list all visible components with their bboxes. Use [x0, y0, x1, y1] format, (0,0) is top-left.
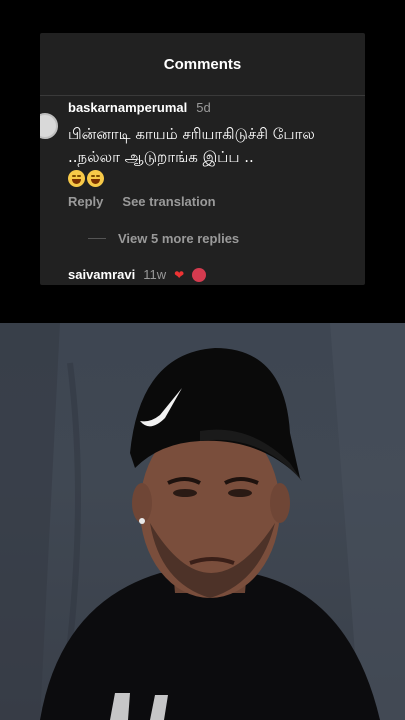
video-scene-illustration	[0, 323, 405, 720]
view-more-replies-button[interactable]: View 5 more replies	[88, 231, 239, 246]
next-comment-age: 11w	[143, 267, 167, 282]
comment-username[interactable]: baskarnamperumal	[68, 100, 187, 115]
comment-text: பின்னாடி காயம் சரியாகிடுச்சி போல ..நல்லா…	[68, 125, 315, 166]
see-translation-button[interactable]: See translation	[122, 194, 215, 209]
comments-header: Comments	[40, 33, 365, 96]
comment-meta: baskarnamperumal 5d	[68, 100, 353, 115]
next-comment-item: saivamravi 11w ❤	[68, 267, 207, 282]
replies-divider-line	[88, 238, 106, 239]
commenter-avatar[interactable]	[40, 113, 58, 139]
comment-age: 5d	[196, 100, 211, 115]
comment-actions: Reply See translation	[68, 194, 353, 209]
laughing-emoji-icon	[87, 170, 104, 187]
view-more-replies-label: View 5 more replies	[118, 231, 240, 246]
laughing-emoji-icon	[68, 170, 85, 187]
comments-title: Comments	[163, 55, 242, 73]
next-comment-username[interactable]: saivamravi	[68, 267, 135, 282]
heart-icon: ❤	[174, 267, 185, 282]
video-frame[interactable]	[0, 323, 405, 720]
comment-item: baskarnamperumal 5d பின்னாடி காயம் சரியா…	[68, 100, 353, 209]
creator-avatar-icon	[192, 267, 207, 282]
comment-emojis	[68, 170, 353, 187]
comments-panel: Comments baskarnamperumal 5d பின்னாடி கா…	[40, 33, 365, 285]
reply-button[interactable]: Reply	[68, 194, 103, 209]
